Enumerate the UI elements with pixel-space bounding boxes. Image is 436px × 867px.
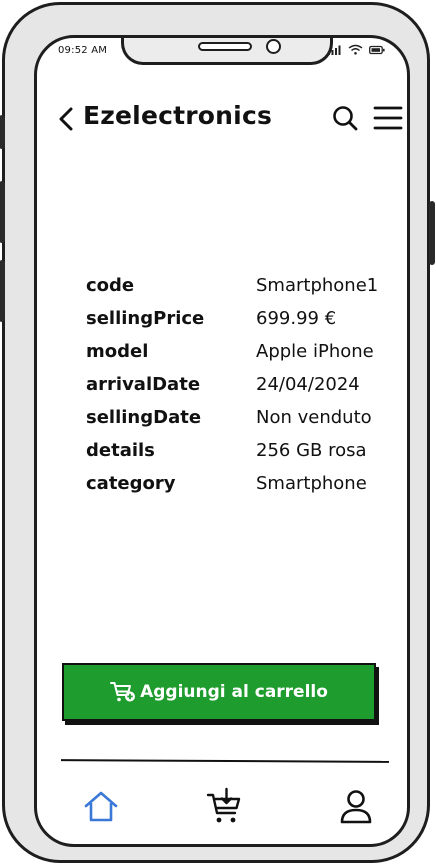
cart-download-icon[interactable] bbox=[205, 786, 245, 826]
detail-value: Smartphone bbox=[256, 473, 367, 494]
speaker bbox=[198, 42, 252, 51]
detail-key: code bbox=[86, 275, 135, 296]
hamburger-menu-icon[interactable] bbox=[373, 104, 403, 132]
home-icon[interactable] bbox=[81, 786, 121, 826]
add-to-cart-button[interactable]: Aggiungi al carrello bbox=[62, 663, 376, 721]
notch bbox=[121, 38, 333, 65]
app-header: Ezelectronics bbox=[37, 98, 407, 138]
detail-key: model bbox=[86, 341, 149, 362]
side-button bbox=[0, 260, 5, 322]
side-button bbox=[0, 181, 5, 243]
user-icon[interactable] bbox=[336, 786, 376, 826]
detail-row-code: code Smartphone1 bbox=[86, 275, 406, 308]
detail-row-arrival-date: arrivalDate 24/04/2024 bbox=[86, 374, 406, 407]
detail-row-model: model Apple iPhone bbox=[86, 341, 406, 374]
add-to-cart-label: Aggiungi al carrello bbox=[140, 682, 328, 702]
search-icon[interactable] bbox=[331, 104, 359, 132]
detail-key: category bbox=[86, 473, 176, 494]
product-details: code Smartphone1 sellingPrice 699.99 € m… bbox=[86, 275, 406, 506]
detail-value: 24/04/2024 bbox=[256, 374, 360, 395]
detail-key: arrivalDate bbox=[86, 374, 201, 395]
detail-value: 256 GB rosa bbox=[256, 440, 367, 461]
detail-value: Apple iPhone bbox=[256, 341, 374, 362]
back-arrow-icon[interactable] bbox=[57, 106, 75, 132]
side-button bbox=[429, 201, 435, 265]
detail-key: sellingDate bbox=[86, 407, 202, 428]
detail-value: Smartphone1 bbox=[256, 275, 379, 296]
bottom-divider bbox=[60, 759, 390, 763]
cart-add-icon bbox=[110, 682, 136, 702]
battery-icon bbox=[369, 45, 385, 54]
side-button bbox=[0, 115, 5, 149]
detail-value: Non venduto bbox=[256, 407, 372, 428]
detail-row-category: category Smartphone bbox=[86, 473, 406, 506]
phone-frame: 09:52 AM Ezelectronics code Smartphone1 … bbox=[0, 2, 435, 863]
detail-value: 699.99 € bbox=[256, 308, 337, 329]
status-icons bbox=[328, 44, 385, 55]
detail-row-selling-price: sellingPrice 699.99 € bbox=[86, 308, 406, 341]
wifi-icon bbox=[348, 44, 363, 55]
detail-key: sellingPrice bbox=[86, 308, 205, 329]
detail-row-details: details 256 GB rosa bbox=[86, 440, 406, 473]
app-title: Ezelectronics bbox=[83, 101, 273, 130]
phone-screen: 09:52 AM Ezelectronics code Smartphone1 … bbox=[34, 35, 410, 847]
detail-key: details bbox=[86, 440, 155, 461]
camera bbox=[266, 39, 281, 54]
bottom-nav bbox=[37, 786, 407, 826]
detail-row-selling-date: sellingDate Non venduto bbox=[86, 407, 406, 440]
status-time: 09:52 AM bbox=[58, 45, 108, 56]
signal-icon bbox=[328, 45, 341, 55]
